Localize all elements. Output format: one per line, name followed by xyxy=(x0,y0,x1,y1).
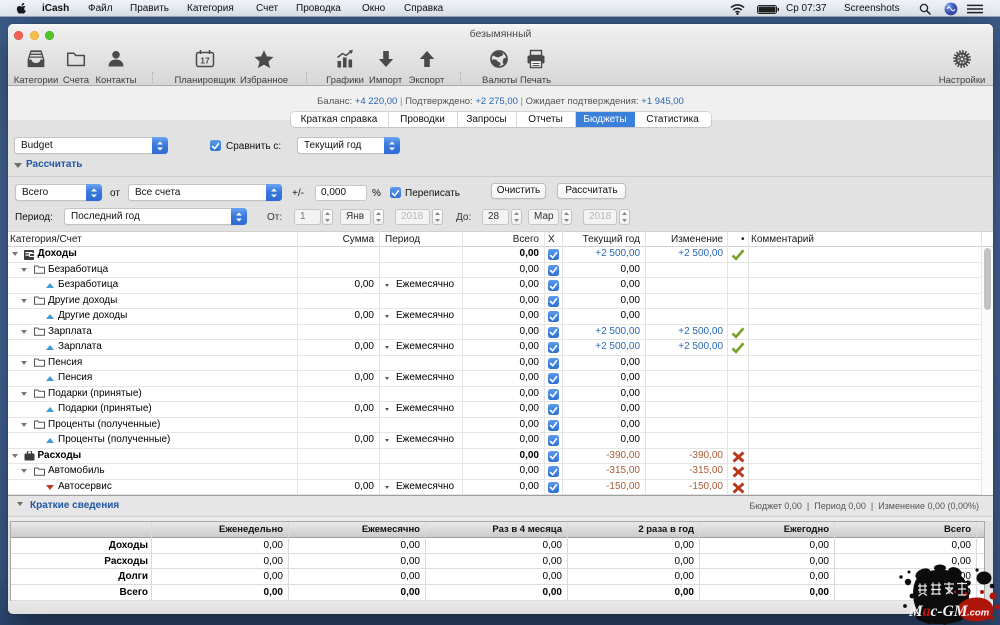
svg-text:17: 17 xyxy=(200,56,210,66)
svg-text:.com: .com xyxy=(967,608,990,619)
svg-text:Mac-GM: Mac-GM xyxy=(908,603,969,620)
